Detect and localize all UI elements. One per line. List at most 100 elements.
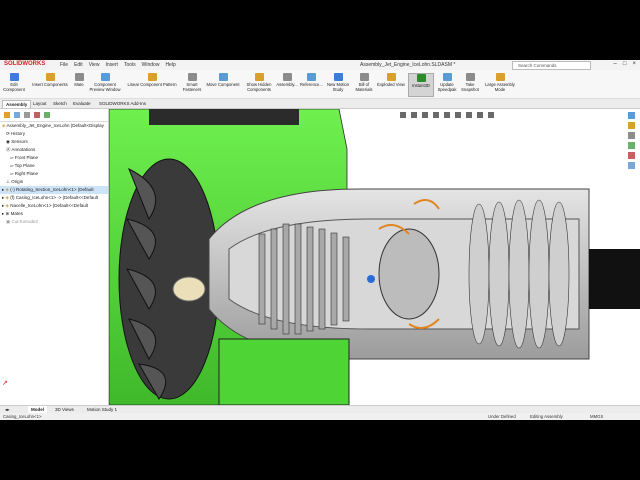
task-pane-tabs: [628, 112, 638, 172]
tree-item-nacelle[interactable]: ▸ ◈ Nacelle_IceLohn<1> (Default<<Default: [2, 202, 88, 210]
sensors-icon: ◉: [6, 139, 10, 144]
display-style-icon[interactable]: [455, 112, 461, 118]
custom-properties-icon[interactable]: [628, 162, 635, 169]
edit-component-icon: [9, 73, 19, 81]
linear-pattern-button[interactable]: Linear Component Pattern: [124, 73, 180, 87]
property-manager-tab-icon[interactable]: [14, 112, 20, 118]
view-orientation-icon[interactable]: [444, 112, 450, 118]
expand-arrow-icon: ▸: [2, 195, 5, 200]
combustor: [378, 228, 440, 320]
expand-arrow-icon: ▸: [2, 203, 5, 208]
tab-layout[interactable]: Layout: [30, 100, 50, 107]
display-manager-tab-icon[interactable]: [44, 112, 50, 118]
mate-button[interactable]: Mate: [72, 73, 86, 87]
solidworks-resources-icon[interactable]: [628, 112, 635, 119]
tree-item-cut-extrude[interactable]: ▣ Cut-Extrude2: [6, 218, 38, 226]
tree-root[interactable]: ◈ Assembly_Jet_Engine_IceLohn (Default<D…: [2, 122, 104, 130]
tree-item-mates[interactable]: ▸ ⊗ Mates: [2, 210, 23, 218]
status-definition: Under Defined: [488, 414, 516, 419]
apply-scene-icon[interactable]: [488, 112, 494, 118]
tree-item-casing[interactable]: ▸ ◈ (f) Casing_IceLohn<1> -> (Default<<D…: [2, 194, 98, 202]
tree-item-front-plane[interactable]: ▱ Front Plane: [10, 154, 38, 162]
tree-item-rotating-section[interactable]: ▸ ◈ (-) Rotating_Section_IceLohn<1> (Def…: [0, 186, 108, 194]
title-bar: SOLIDWORKS File Edit View Insert Tools W…: [0, 60, 640, 70]
tree-item-top-plane[interactable]: ▱ Top Plane: [10, 162, 35, 170]
tab-evaluate[interactable]: Evaluate: [70, 100, 94, 107]
menu-edit[interactable]: Edit: [74, 62, 83, 68]
menu-window[interactable]: Window: [142, 62, 160, 68]
origin-icon: ⊥: [6, 179, 10, 184]
reference-geometry-button[interactable]: Reference...: [300, 73, 323, 87]
take-snapshot-button[interactable]: Take Snapshot: [460, 73, 480, 92]
bill-of-materials-button[interactable]: Bill of Materials: [354, 73, 374, 92]
status-mode: Editing Assembly: [530, 414, 563, 419]
maximize-icon[interactable]: □: [623, 61, 627, 67]
tab-assembly[interactable]: Assembly: [2, 100, 32, 108]
window-title: Assembly_Jet_Engine_IceLohn.SLDASM *: [360, 62, 456, 68]
configuration-manager-tab-icon[interactable]: [24, 112, 30, 118]
status-units[interactable]: MMGS: [590, 413, 603, 420]
tab-solidworks-addins[interactable]: SOLIDWORKS Add-Ins: [96, 100, 149, 107]
zoom-area-icon[interactable]: [411, 112, 417, 118]
assembly-features-button[interactable]: Assembly...: [276, 73, 298, 87]
graphics-area[interactable]: [109, 109, 640, 405]
tree-item-history[interactable]: ⟳ History: [6, 130, 25, 138]
smart-fasteners-button[interactable]: Smart Fasteners: [182, 73, 202, 92]
turbine-stages: [468, 199, 570, 349]
tree-item-annotations[interactable]: Ⓐ Annotations: [6, 146, 35, 154]
previous-view-icon[interactable]: [422, 112, 428, 118]
show-hidden-icon: [254, 73, 264, 81]
dimxpert-tab-icon[interactable]: [34, 112, 40, 118]
feature-manager-toolbar: [0, 109, 108, 122]
solidworks-window: SOLIDWORKS File Edit View Insert Tools W…: [0, 60, 640, 420]
exploded-view-button[interactable]: Exploded View: [376, 73, 406, 87]
view-palette-icon[interactable]: [628, 142, 635, 149]
section-view-icon[interactable]: [433, 112, 439, 118]
move-component-button[interactable]: Move Component: [204, 73, 242, 87]
reference-geometry-icon: [306, 73, 316, 81]
edit-component-button[interactable]: Edit Component: [2, 73, 26, 92]
assembly-features-icon: [282, 73, 292, 81]
menu-file[interactable]: File: [60, 62, 68, 68]
search-input[interactable]: Search Commands: [512, 61, 591, 70]
tree-item-origin[interactable]: ⊥ Origin: [6, 178, 23, 186]
minimize-icon[interactable]: –: [614, 61, 617, 67]
linear-pattern-icon: [147, 73, 157, 81]
large-assembly-mode-button[interactable]: Large Assembly Mode: [482, 73, 518, 92]
tree-item-sensors[interactable]: ◉ Sensors: [6, 138, 28, 146]
insert-components-button[interactable]: Insert Components: [30, 73, 70, 87]
snapshot-icon: [465, 73, 475, 81]
lower-nacelle-flange: [218, 338, 350, 405]
feature-manager-tab-icon[interactable]: [4, 112, 10, 118]
mates-icon: ⊗: [5, 211, 10, 216]
status-selection: Casing_IceLohn<1>: [3, 414, 42, 419]
edit-appearance-icon[interactable]: [477, 112, 483, 118]
menu-view[interactable]: View: [89, 62, 100, 68]
mate-icon: [74, 73, 84, 81]
show-hidden-button[interactable]: Show Hidden Components: [244, 73, 274, 92]
instant3d-button[interactable]: Instant3D: [408, 73, 434, 97]
blue-marker: [367, 275, 375, 283]
update-speedpak-button[interactable]: Update Speedpak: [436, 73, 458, 92]
new-motion-study-button[interactable]: New Motion Study: [324, 73, 352, 92]
history-icon: ⟳: [6, 131, 10, 136]
fastener-icon: [187, 73, 197, 81]
menu-tools[interactable]: Tools: [124, 62, 136, 68]
file-explorer-icon[interactable]: [628, 132, 635, 139]
annotations-icon: Ⓐ: [6, 147, 11, 152]
tab-sketch[interactable]: Sketch: [50, 100, 70, 107]
appearances-icon[interactable]: [628, 152, 635, 159]
nacelle-top-band: [149, 109, 299, 125]
exhaust-nozzle: [589, 249, 640, 309]
app-logo[interactable]: SOLIDWORKS: [4, 61, 45, 67]
component-preview-button[interactable]: Component Preview Window: [88, 73, 122, 92]
design-library-icon[interactable]: [628, 122, 635, 129]
move-component-icon: [218, 73, 228, 81]
menu-help[interactable]: Help: [165, 62, 175, 68]
close-icon[interactable]: ×: [632, 61, 636, 67]
menu-insert[interactable]: Insert: [105, 62, 118, 68]
part-icon: ◈: [5, 195, 9, 200]
hide-show-items-icon[interactable]: [466, 112, 472, 118]
zoom-to-fit-icon[interactable]: [400, 112, 406, 118]
tree-item-right-plane[interactable]: ▱ Right Plane: [10, 170, 38, 178]
